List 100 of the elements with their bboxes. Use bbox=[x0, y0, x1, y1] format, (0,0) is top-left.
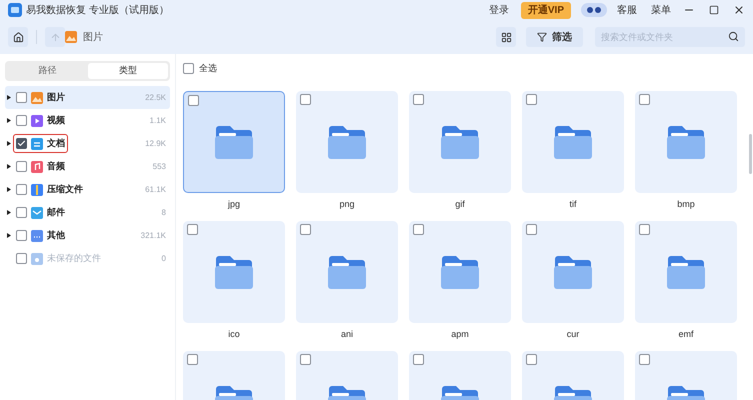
folder-checkbox[interactable] bbox=[413, 94, 424, 104]
category-row[interactable]: 压缩文件 61.1K bbox=[5, 178, 170, 201]
category-label: 视频 bbox=[47, 114, 65, 127]
audio-category-icon bbox=[31, 160, 43, 172]
folder-checkbox[interactable] bbox=[639, 94, 650, 104]
category-checkbox[interactable] bbox=[16, 207, 27, 218]
menu-link[interactable]: 菜单 bbox=[651, 2, 671, 18]
folder-checkbox[interactable] bbox=[639, 224, 650, 234]
folder-icon bbox=[327, 254, 367, 288]
expand-arrow-icon[interactable] bbox=[7, 95, 11, 100]
tab[interactable]: 类型 bbox=[88, 63, 168, 79]
home-button[interactable] bbox=[8, 27, 28, 47]
grid-icon bbox=[500, 32, 512, 42]
image-category-icon bbox=[31, 92, 43, 104]
search-icon[interactable] bbox=[728, 31, 739, 42]
folder-label: jpg bbox=[228, 198, 240, 211]
folder-card[interactable] bbox=[409, 220, 511, 322]
expand-arrow-icon[interactable] bbox=[7, 210, 11, 215]
expand-arrow-icon[interactable] bbox=[7, 141, 11, 146]
category-checkbox[interactable] bbox=[16, 138, 27, 149]
folder-label: emf bbox=[678, 328, 694, 340]
expand-arrow-icon[interactable] bbox=[7, 118, 11, 123]
vip-button[interactable]: 开通VIP bbox=[520, 2, 571, 18]
category-label: 图片 bbox=[47, 90, 65, 104]
grid-view-button[interactable] bbox=[496, 27, 516, 47]
category-label: 其他 bbox=[47, 228, 65, 242]
category-row[interactable]: 视频 1.1K bbox=[5, 109, 170, 132]
folder-card[interactable] bbox=[635, 220, 737, 322]
folder-card[interactable] bbox=[635, 90, 737, 192]
folder-checkbox[interactable] bbox=[639, 354, 650, 364]
breadcrumb-label: 图片 bbox=[83, 30, 103, 44]
category-checkbox[interactable] bbox=[16, 230, 27, 241]
folder-checkbox[interactable] bbox=[188, 94, 199, 106]
folder-checkbox[interactable] bbox=[300, 224, 311, 234]
folder-label: cur bbox=[566, 328, 580, 340]
category-checkbox[interactable] bbox=[16, 184, 27, 195]
folder-checkbox[interactable] bbox=[300, 94, 311, 104]
folder-card[interactable] bbox=[409, 90, 511, 192]
close-icon[interactable] bbox=[733, 4, 745, 16]
category-count: 61.1K bbox=[145, 184, 166, 196]
home-icon bbox=[12, 32, 24, 42]
category-count: 553 bbox=[152, 160, 166, 172]
folder-label: bmp bbox=[677, 198, 695, 211]
folder-checkbox[interactable] bbox=[413, 354, 424, 364]
category-checkbox[interactable] bbox=[16, 115, 27, 126]
category-count: 1.1K bbox=[150, 114, 166, 126]
folder-checkbox[interactable] bbox=[187, 224, 198, 234]
category-row[interactable]: 邮件 8 bbox=[5, 201, 170, 224]
select-all-checkbox[interactable] bbox=[183, 63, 194, 74]
select-all-label: 全选 bbox=[199, 62, 217, 75]
folder-label: ico bbox=[228, 328, 240, 340]
expand-arrow-icon[interactable] bbox=[7, 233, 11, 238]
category-row[interactable]: 其他 321.1K bbox=[5, 224, 170, 247]
folder-checkbox[interactable] bbox=[526, 94, 537, 104]
folder-card[interactable] bbox=[296, 220, 398, 322]
folder-card[interactable] bbox=[522, 90, 624, 192]
folder-label: png bbox=[339, 198, 355, 211]
scrollbar[interactable] bbox=[749, 134, 752, 174]
category-label: 邮件 bbox=[47, 206, 65, 219]
folder-checkbox[interactable] bbox=[187, 354, 198, 364]
category-row[interactable]: 音频 553 bbox=[5, 155, 170, 178]
folder-icon bbox=[440, 124, 480, 158]
window-title: 易我数据恢复 专业版（试用版） bbox=[26, 4, 169, 18]
folder-icon bbox=[327, 124, 367, 158]
category-checkbox[interactable] bbox=[16, 161, 27, 172]
funnel-icon bbox=[537, 32, 547, 42]
folder-icon bbox=[553, 124, 593, 158]
folder-card[interactable] bbox=[522, 220, 624, 322]
folder-label: apm bbox=[451, 328, 469, 341]
category-row[interactable]: 文档 12.9K bbox=[5, 132, 170, 155]
tab[interactable]: 路径 bbox=[7, 63, 88, 79]
folder-checkbox[interactable] bbox=[413, 224, 424, 234]
folder-icon bbox=[440, 254, 480, 288]
folder-icon bbox=[553, 254, 593, 288]
category-count: 8 bbox=[162, 206, 166, 218]
up-arrow-icon bbox=[50, 32, 60, 42]
other-category-icon bbox=[31, 230, 43, 242]
maximize-icon[interactable] bbox=[709, 5, 719, 15]
folder-checkbox[interactable] bbox=[526, 354, 537, 364]
service-link[interactable]: 客服 bbox=[617, 2, 637, 18]
expand-arrow-icon[interactable] bbox=[7, 164, 11, 169]
folder-checkbox[interactable] bbox=[300, 354, 311, 364]
category-row[interactable]: 图片 22.5K bbox=[5, 86, 170, 109]
category-count: 22.5K bbox=[145, 92, 166, 104]
category-count: 321.1K bbox=[140, 230, 166, 242]
folder-card[interactable] bbox=[183, 220, 285, 322]
category-checkbox[interactable] bbox=[16, 92, 27, 103]
folder-checkbox[interactable] bbox=[526, 224, 537, 234]
folder-icon bbox=[214, 124, 254, 158]
image-category-icon bbox=[65, 31, 77, 43]
folder-card[interactable] bbox=[296, 90, 398, 192]
login-link[interactable]: 登录 bbox=[488, 2, 509, 18]
mail-category-icon bbox=[31, 206, 43, 218]
folder-icon bbox=[666, 124, 706, 158]
filter-button[interactable]: 筛选 bbox=[526, 27, 583, 47]
mascot-icon bbox=[581, 3, 607, 17]
category-label: 文档 bbox=[47, 136, 65, 150]
category-label: 压缩文件 bbox=[47, 182, 83, 196]
folder-card[interactable] bbox=[183, 90, 285, 192]
expand-arrow-icon[interactable] bbox=[7, 187, 11, 192]
